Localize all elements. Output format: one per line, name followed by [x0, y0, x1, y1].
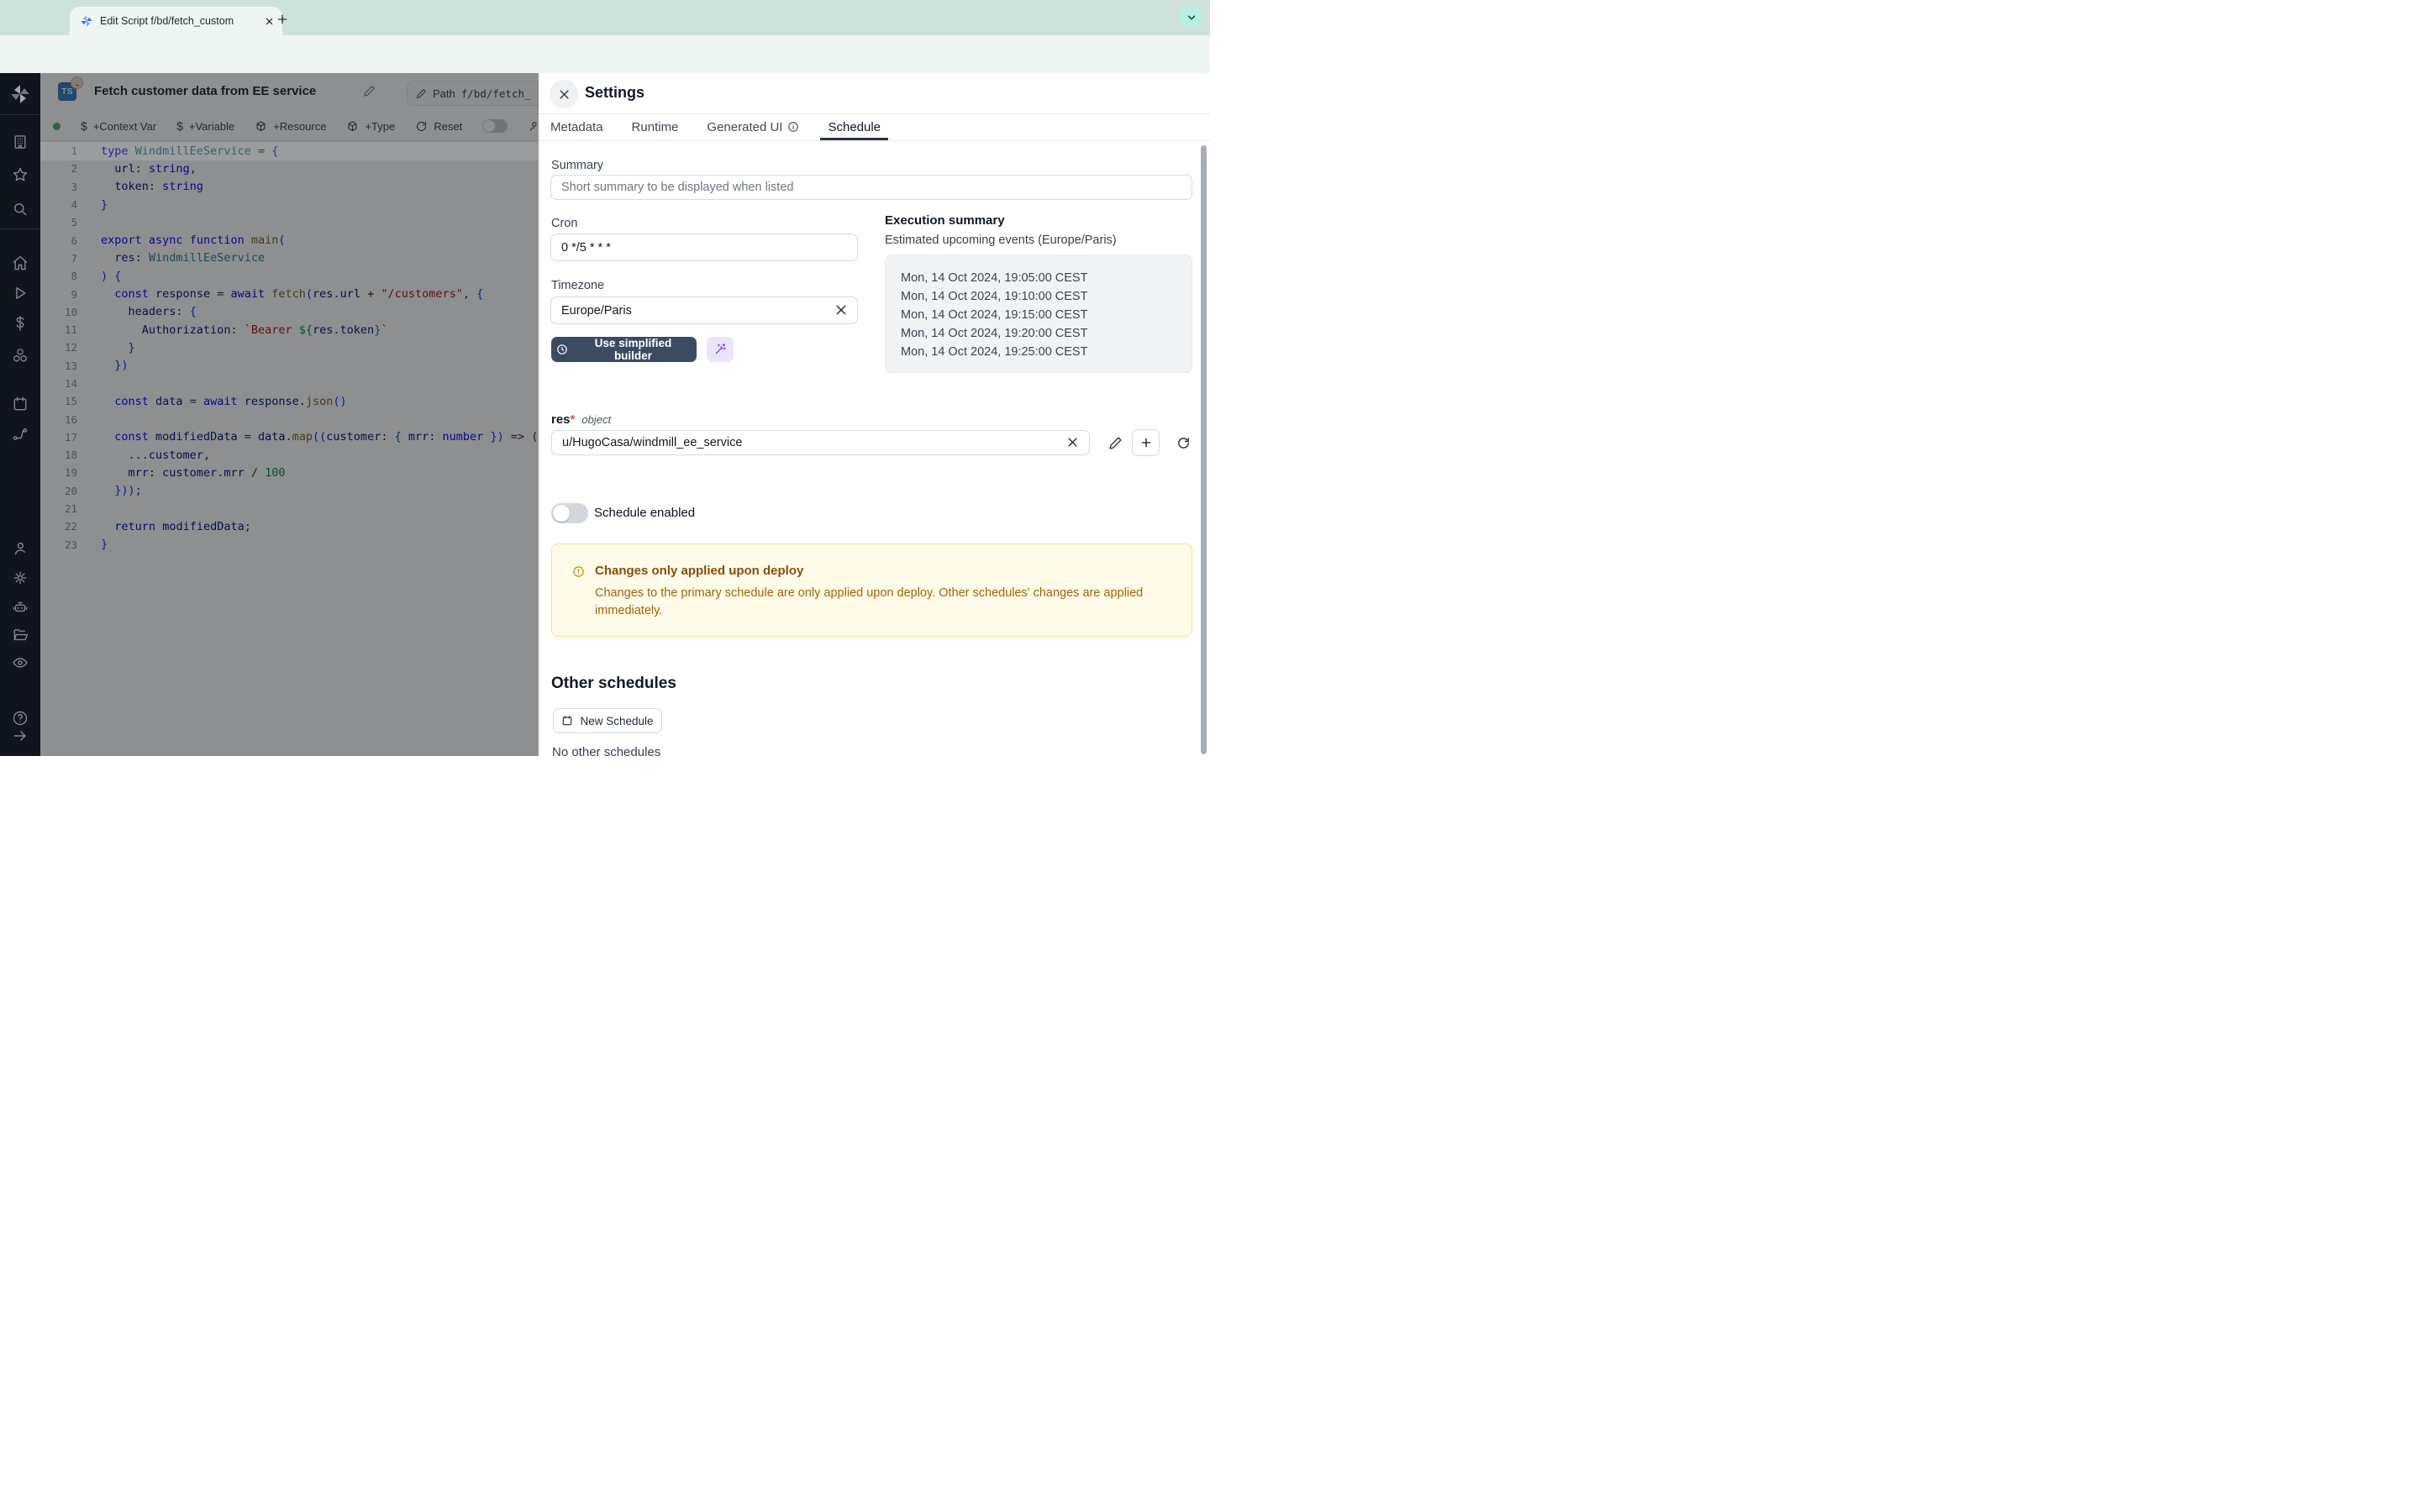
no-other-schedules-text: No other schedules	[552, 745, 660, 759]
clock-icon	[556, 344, 568, 355]
deploy-warning-box: Changes only applied upon deploy Changes…	[551, 543, 1192, 637]
required-asterisk: *	[571, 412, 576, 427]
divider	[539, 140, 1210, 141]
windmill-logo-icon[interactable]	[9, 83, 31, 105]
sidebar-item-help-icon[interactable]	[12, 710, 29, 727]
tab-metadata[interactable]: Metadata	[550, 113, 603, 140]
upcoming-event: Mon, 14 Oct 2024, 19:10:00 CEST	[901, 287, 1192, 306]
schedule-enabled-toggle[interactable]	[551, 503, 588, 523]
cron-label: Cron	[551, 217, 577, 230]
plus-icon	[1139, 436, 1153, 449]
tab-schedule[interactable]: Schedule	[828, 113, 881, 140]
res-field-label: res* object	[551, 412, 611, 427]
sidebar-item-audit-eye-icon[interactable]	[12, 654, 29, 671]
upcoming-event: Mon, 14 Oct 2024, 19:15:00 CEST	[901, 306, 1192, 324]
sidebar-item-resources[interactable]	[12, 347, 29, 364]
new-schedule-button[interactable]: New Schedule	[553, 708, 662, 733]
sidebar-item-schedules[interactable]	[12, 396, 29, 412]
sidebar-item-routes[interactable]	[12, 426, 29, 443]
upcoming-event: Mon, 14 Oct 2024, 19:05:00 CEST	[901, 269, 1192, 287]
cron-input[interactable]	[550, 234, 858, 261]
sidebar-divider	[0, 114, 40, 115]
res-input[interactable]	[551, 430, 1090, 455]
settings-drawer: Settings Metadata Runtime Generated UI S…	[539, 73, 1210, 756]
scrollbar-thumb[interactable]	[1201, 145, 1207, 754]
chevron-down-icon[interactable]	[1181, 7, 1202, 28]
tab-title: Edit Script f/bd/fetch_custom	[100, 15, 255, 27]
tab-generated-ui[interactable]: Generated UI	[707, 113, 799, 140]
tab-runtime[interactable]: Runtime	[632, 113, 679, 140]
sidebar-divider	[0, 228, 40, 229]
refresh-icon	[1176, 436, 1191, 450]
close-settings-button[interactable]	[550, 80, 578, 108]
res-field-type: object	[581, 413, 611, 426]
schedule-enabled-label: Schedule enabled	[594, 506, 695, 520]
execution-summary-subheading: Estimated upcoming events (Europe/Paris)	[885, 234, 1117, 247]
sidebar-item-search[interactable]	[12, 201, 29, 218]
calendar-icon	[561, 715, 573, 727]
close-icon	[558, 88, 571, 101]
browser-toolbar: app.windmill.dev/scripts/edit/f/bd/fetch…	[0, 35, 1210, 73]
summary-input[interactable]	[550, 175, 1192, 200]
app-sidebar	[0, 73, 40, 756]
settings-tabs: Metadata Runtime Generated UI Schedule	[550, 113, 881, 140]
sidebar-item-favorites[interactable]	[12, 166, 29, 183]
favicon-windmill-icon	[80, 14, 93, 28]
summary-label: Summary	[551, 159, 603, 172]
timezone-clear-icon[interactable]	[834, 303, 848, 317]
sidebar-collapse-arrow-icon[interactable]	[12, 727, 29, 744]
sidebar-item-users[interactable]	[12, 540, 29, 557]
upcoming-event: Mon, 14 Oct 2024, 19:20:00 CEST	[901, 324, 1192, 343]
browser-tab-strip: Edit Script f/bd/fetch_custom	[0, 0, 1210, 35]
use-simplified-builder-button[interactable]: Use simplified builder	[551, 337, 697, 362]
dim-overlay[interactable]	[40, 73, 539, 756]
new-tab-icon[interactable]	[274, 11, 291, 28]
info-icon	[787, 121, 799, 133]
other-schedules-heading: Other schedules	[551, 675, 676, 693]
magic-wand-icon	[713, 343, 727, 356]
upcoming-event: Mon, 14 Oct 2024, 19:25:00 CEST	[901, 343, 1192, 361]
execution-summary-heading: Execution summary	[885, 213, 1005, 228]
sidebar-item-runs[interactable]	[12, 285, 29, 302]
sidebar-item-variables[interactable]	[12, 315, 29, 332]
res-edit-pencil-button[interactable]	[1103, 435, 1128, 451]
sidebar-item-folders-icon[interactable]	[12, 627, 29, 643]
res-clear-icon[interactable]	[1066, 436, 1080, 449]
warning-title: Changes only applied upon deploy	[595, 564, 803, 578]
res-refresh-button[interactable]	[1171, 435, 1196, 451]
browser-tab[interactable]: Edit Script f/bd/fetch_custom	[70, 7, 282, 35]
sidebar-item-home[interactable]	[12, 255, 29, 271]
ai-cron-wand-button[interactable]	[707, 337, 734, 362]
settings-title: Settings	[585, 84, 644, 102]
alert-circle-icon	[572, 565, 585, 578]
res-add-button[interactable]	[1132, 429, 1160, 456]
timezone-label: Timezone	[551, 279, 604, 292]
upcoming-events-box: Mon, 14 Oct 2024, 19:05:00 CESTMon, 14 O…	[885, 255, 1192, 373]
sidebar-item-workspace[interactable]	[12, 134, 29, 150]
warning-body: Changes to the primary schedule are only…	[595, 585, 1183, 619]
sidebar-item-settings-gear-icon[interactable]	[12, 570, 29, 586]
timezone-input[interactable]	[550, 297, 858, 324]
pencil-icon	[1108, 436, 1123, 450]
sidebar-item-workers-robot-icon[interactable]	[12, 598, 29, 615]
